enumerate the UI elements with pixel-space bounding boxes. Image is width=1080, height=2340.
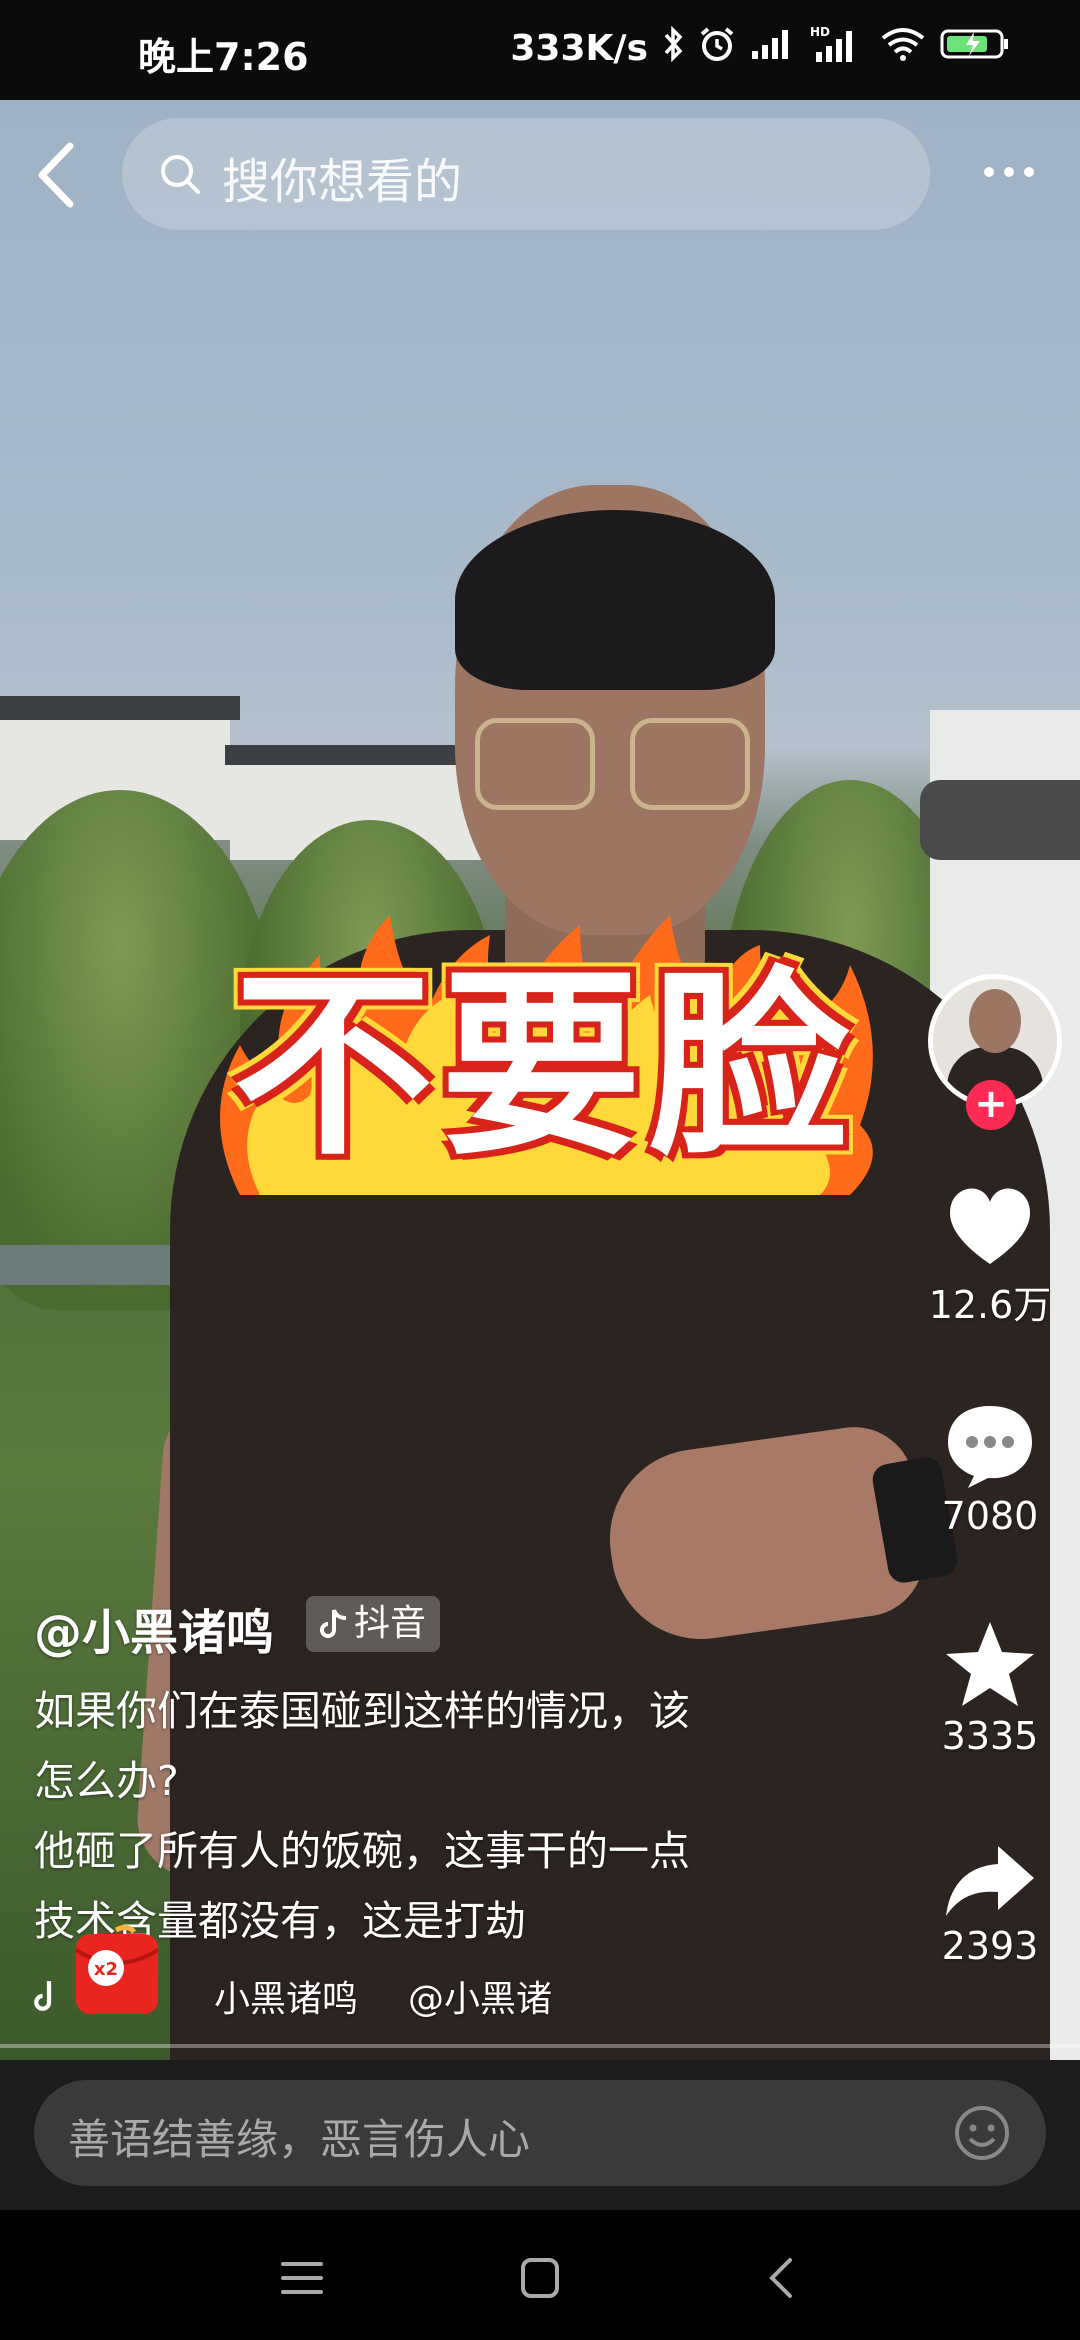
status-bar: 晚上7:26 333K/s HD (0, 0, 1080, 100)
platform-tag[interactable]: 抖音 (306, 1596, 441, 1652)
video-progress-bar[interactable] (0, 2044, 1080, 2048)
home-icon[interactable] (515, 2256, 565, 2300)
sticker-overlay: 不要脸 (200, 895, 890, 1205)
comment-button[interactable]: 7080 (920, 1400, 1060, 1538)
svg-text:HD: HD (810, 25, 830, 39)
wall-roof (920, 780, 1080, 860)
comment-placeholder: 善语结善缘，恶言伤人心 (68, 2115, 531, 2164)
comment-input[interactable]: 善语结善缘，恶言伤人心 (34, 2080, 1046, 2186)
back-nav-icon[interactable] (758, 2256, 808, 2300)
platform-tag-label: 抖音 (354, 1603, 427, 1644)
share-count: 2393 (941, 1924, 1039, 1968)
glasses-left (475, 718, 595, 810)
tiktok-icon (34, 1981, 52, 2011)
music-title: 小黑诸鸣 (214, 1979, 359, 2020)
description-line: 怎么办? (34, 1757, 179, 1805)
share-button[interactable]: 2393 (920, 1840, 1060, 1968)
system-nav-bar (0, 2210, 1080, 2340)
search-icon (161, 155, 200, 194)
chevron-left-icon (38, 142, 74, 208)
emoji-icon[interactable] (954, 2105, 1010, 2161)
battery-charging-icon (940, 26, 1010, 71)
favorite-count: 3335 (941, 1714, 1039, 1758)
like-button[interactable]: 12.6万 (920, 1180, 1060, 1329)
comment-icon (948, 1406, 1032, 1488)
person-hair (455, 510, 775, 690)
description-line: 他砸了所有人的饭碗，这事干的一点 (34, 1827, 690, 1875)
signal-icon (750, 27, 796, 70)
status-time: 晚上7:26 (138, 35, 309, 79)
music-author: @小黑诸 (408, 1979, 553, 2020)
wifi-icon (880, 26, 926, 71)
svg-text:x2: x2 (94, 1959, 118, 1980)
more-dot-icon (1004, 167, 1014, 177)
author-name[interactable]: @小黑诸鸣 (34, 1593, 274, 1663)
building-roof (0, 696, 240, 720)
avatar-face (969, 989, 1021, 1053)
glasses-right (630, 718, 750, 810)
more-dot-icon (1024, 167, 1034, 177)
red-packet-button[interactable]: x2 (72, 1920, 162, 2020)
more-options-button[interactable] (984, 160, 1048, 184)
bluetooth-icon (662, 25, 684, 71)
sticker-text: 不要脸 (232, 950, 857, 1183)
share-icon (946, 1846, 1034, 1916)
tiktok-icon (320, 1609, 347, 1638)
search-placeholder: 搜你想看的 (222, 154, 463, 210)
star-icon (946, 1622, 1034, 1706)
comment-count: 7080 (941, 1494, 1039, 1538)
heart-icon (949, 1188, 1031, 1264)
back-button[interactable] (28, 140, 88, 210)
status-icons: 333K/s HD (510, 24, 1010, 73)
follow-button[interactable]: + (966, 1080, 1016, 1130)
network-speed: 333K/s (510, 28, 648, 69)
alarm-icon (698, 25, 736, 72)
hd-signal-icon: HD (810, 24, 866, 73)
search-bar[interactable]: 搜你想看的 (122, 118, 930, 230)
like-count: 12.6万 (928, 1283, 1052, 1327)
more-dot-icon (984, 167, 994, 177)
description-line: 如果你们在泰国碰到这样的情况，该 (34, 1687, 690, 1735)
favorite-button[interactable]: 3335 (920, 1618, 1060, 1758)
red-packet-icon: x2 (74, 1924, 160, 2014)
video-description[interactable]: 如果你们在泰国碰到这样的情况，该 怎么办? 他砸了所有人的饭碗，这事干的一点 技… (34, 1676, 824, 1956)
menu-icon[interactable] (277, 2256, 327, 2300)
